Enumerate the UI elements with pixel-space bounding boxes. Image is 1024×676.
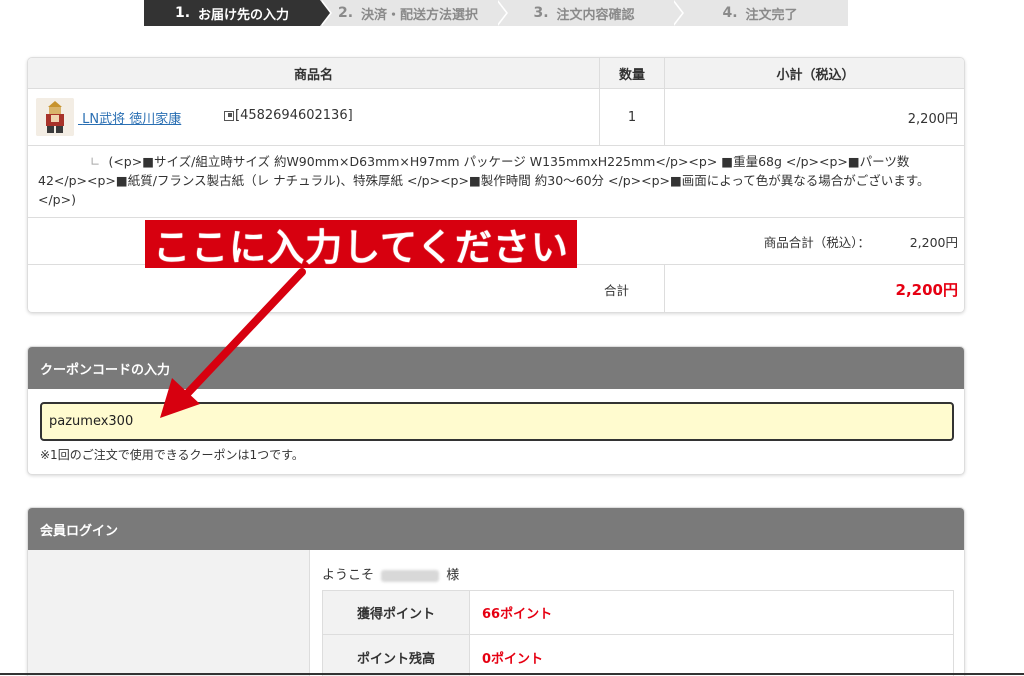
- points-table: 獲得ポイント 66ポイント ポイント残高 0ポイント: [322, 590, 954, 676]
- step-arrow-icon: [496, 0, 506, 26]
- step-3: 3. 注文内容確認: [496, 0, 684, 26]
- grand-total-value: 2,200円: [895, 281, 958, 299]
- product-thumbnail[interactable]: [36, 98, 74, 136]
- coupon-panel: クーポンコードの入力 ※1回のご注文で使用できるクーポンは1つです。: [27, 346, 965, 475]
- blurred-username: [381, 569, 440, 582]
- coupon-code-input[interactable]: [40, 402, 954, 441]
- product-name-link[interactable]: LN武将 徳川家康: [78, 108, 181, 127]
- product-description-row: ∟ (<p>■サイズ/組立時サイズ 約W90mm×D63mm×H97mm パッケ…: [28, 146, 964, 218]
- item-total-value: 2,200円: [909, 235, 958, 250]
- step-4: 4. 注文完了: [672, 0, 848, 26]
- welcome-message: ようこそ 様: [322, 568, 460, 583]
- product-subtotal: 2,200円: [907, 112, 958, 127]
- step-label: お届け先の入力: [198, 7, 290, 23]
- step-arrow-icon: [672, 0, 682, 26]
- step-number: 1.: [174, 5, 191, 21]
- coupon-note: ※1回のご注文で使用できるクーポンは1つです。: [40, 448, 304, 462]
- step-label: 決済・配送方法選択: [361, 7, 479, 23]
- step-arrow-icon: [320, 0, 330, 26]
- points-label: ポイント残高: [323, 635, 470, 676]
- bottom-divider: [0, 673, 1024, 675]
- corner-icon: ∟: [90, 154, 101, 169]
- item-total-label: 商品合計（税込）：: [763, 235, 870, 250]
- points-row: 獲得ポイント 66ポイント: [323, 591, 953, 635]
- cart-table: 商品名 数量 小計（税込） LN武将 徳川家康 [4582694602136] …: [27, 57, 965, 313]
- points-row: ポイント残高 0ポイント: [323, 635, 953, 676]
- coupon-panel-title: クーポンコードの入力: [28, 347, 964, 389]
- step-1: 1. お届け先の入力: [144, 0, 332, 26]
- step-2: 2. 決済・配送方法選択: [320, 0, 508, 26]
- annotation-callout: ここに入力してください: [145, 220, 577, 269]
- step-label: 注文完了: [745, 7, 798, 23]
- header-subtotal: 小計（税込）: [776, 68, 855, 83]
- step-label: 注文内容確認: [556, 7, 635, 23]
- grand-total-row: 合計 2,200円: [28, 265, 964, 312]
- step-number: 4.: [722, 5, 738, 21]
- member-login-panel: 会員ログイン ようこそ 様 獲得ポイント 66ポイント ポイント残高 0ポイント: [27, 507, 965, 676]
- header-product-name: 商品名: [293, 68, 333, 83]
- product-quantity: 1: [627, 110, 637, 125]
- points-value: 66ポイント: [482, 607, 553, 622]
- grand-total-label: 合計: [604, 283, 630, 298]
- checkout-steps: 1. お届け先の入力 2. 決済・配送方法選択 3. 注文内容確認 4. 注文完…: [144, 0, 848, 26]
- cart-header-row: 商品名 数量 小計（税込）: [28, 58, 964, 89]
- product-description: ∟ (<p>■サイズ/組立時サイズ 約W90mm×D63mm×H97mm パッケ…: [38, 154, 930, 207]
- product-jan: [4582694602136]: [235, 108, 353, 123]
- member-sidebar: [28, 550, 310, 676]
- step-number: 2.: [337, 5, 354, 21]
- step-number: 3.: [533, 5, 549, 21]
- points-label: 獲得ポイント: [323, 591, 470, 634]
- cart-item-row: LN武将 徳川家康 [4582694602136] 1 2,200円: [28, 89, 964, 146]
- header-quantity: 数量: [618, 68, 645, 83]
- external-link-icon[interactable]: [224, 111, 234, 121]
- points-value: 0ポイント: [482, 651, 544, 667]
- member-panel-title: 会員ログイン: [28, 508, 964, 550]
